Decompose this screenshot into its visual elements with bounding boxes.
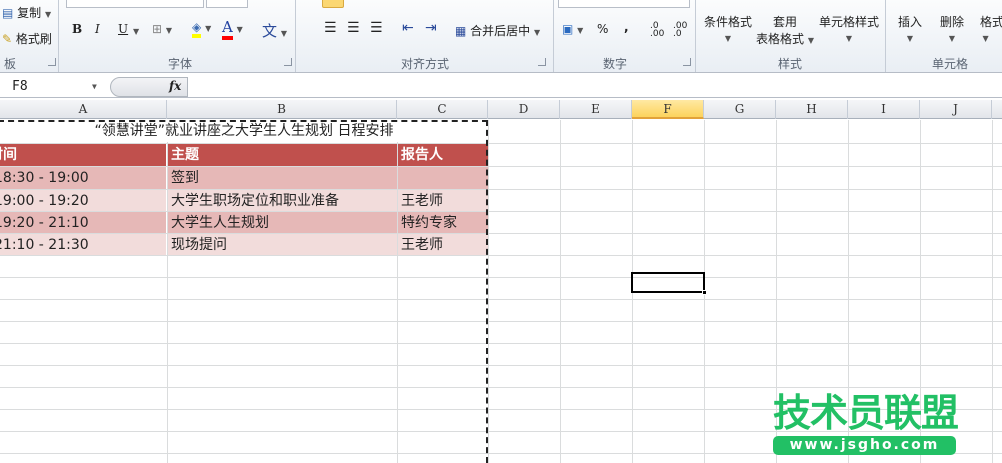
watermark-logo: 技术员联盟 www.jsgho.com	[773, 391, 959, 455]
accounting-format-button[interactable]: ▣ ▼	[562, 22, 583, 36]
group-label-cells: 单元格	[931, 57, 968, 71]
align-left-icon: ☰	[324, 20, 337, 36]
clipboard-launcher-icon[interactable]	[48, 58, 56, 66]
watermark-name: 技术员联盟	[773, 391, 959, 435]
font-color-icon: A	[222, 18, 233, 40]
number-launcher-icon[interactable]	[683, 58, 691, 66]
conditional-format-button[interactable]: 条件格式 ▼	[703, 13, 753, 44]
decrease-indent-icon: ⇤	[402, 20, 414, 36]
copy-icon: ▤	[2, 6, 14, 20]
alignment-launcher-icon[interactable]	[538, 58, 546, 66]
paint-bucket-icon: ◈	[192, 20, 202, 38]
column-header-c[interactable]: C	[397, 100, 488, 119]
formula-input[interactable]	[189, 77, 1002, 97]
italic-button[interactable]: I	[95, 22, 100, 36]
format-painter-button[interactable]: ✎ 格式刷	[2, 30, 52, 47]
phonetic-icon: 文	[262, 22, 278, 40]
column-header-i[interactable]: I	[848, 100, 920, 119]
column-header-b[interactable]: B	[167, 100, 397, 119]
underline-dropdown[interactable]: ▼	[133, 27, 139, 36]
column-header-e[interactable]: E	[560, 100, 632, 119]
group-label-clipboard: 板	[3, 57, 16, 71]
insert-button[interactable]: 插入 ▼	[895, 13, 925, 44]
column-header-a[interactable]: A	[0, 100, 167, 119]
column-header-g[interactable]: G	[704, 100, 776, 119]
column-header-h[interactable]: H	[776, 100, 848, 119]
fill-handle[interactable]	[702, 290, 707, 295]
phonetic-button[interactable]: 文 ▼	[262, 20, 287, 41]
decrease-indent-button[interactable]: ⇤	[402, 20, 414, 36]
align-center-button[interactable]: ☰	[347, 20, 360, 36]
group-label-number: 数字	[602, 57, 627, 71]
decrease-decimal-button[interactable]: .00 .0	[673, 22, 691, 39]
align-center-icon: ☰	[347, 20, 360, 36]
font-size-select[interactable]	[206, 0, 248, 8]
group-label-alignment: 对齐方式	[400, 57, 449, 71]
increase-indent-icon: ⇥	[425, 20, 437, 36]
font-color-button[interactable]: A ▼	[222, 18, 243, 40]
format-button[interactable]: 格式 ▼	[980, 13, 1002, 44]
active-cell-f8[interactable]	[631, 272, 705, 293]
border-icon: ⊞	[152, 22, 163, 36]
column-header-d[interactable]: D	[488, 100, 560, 119]
percent-button[interactable]: %	[597, 22, 608, 36]
align-right-button[interactable]: ☰	[370, 20, 383, 36]
increase-decimal-button[interactable]: .0 .00	[650, 22, 668, 39]
merge-center-button[interactable]: ▦ 合并后居中 ▼	[455, 22, 540, 39]
column-headers: A B C D E F G H I J	[0, 100, 1002, 119]
brush-icon: ✎	[2, 32, 13, 46]
delete-button[interactable]: 删除 ▼	[937, 13, 967, 44]
align-top-button[interactable]	[322, 0, 344, 8]
underline-button[interactable]: U	[118, 22, 128, 36]
watermark-url: www.jsgho.com	[773, 436, 956, 455]
merge-icon: ▦	[455, 24, 467, 38]
name-box[interactable]: F8 ▼	[0, 77, 110, 97]
align-left-button[interactable]: ☰	[324, 20, 337, 36]
align-right-icon: ☰	[370, 20, 383, 36]
column-header-f[interactable]: F	[632, 100, 704, 119]
font-launcher-icon[interactable]	[284, 58, 292, 66]
group-label-font: 字体	[167, 57, 192, 71]
ribbon: ▤ 复制 ▼ ✎ 格式刷 板 B I U ▼ ⊞ ▼ ◈ ▼ A ▼ 文 ▼ 字…	[0, 0, 1002, 73]
increase-indent-button[interactable]: ⇥	[425, 20, 437, 36]
number-format-select[interactable]	[558, 0, 690, 8]
fill-color-button[interactable]: ◈ ▼	[192, 20, 211, 38]
border-button[interactable]: ⊞ ▼	[152, 22, 172, 36]
copy-marquee	[0, 120, 488, 463]
cell-styles-button[interactable]: 单元格样式 ▼	[818, 13, 880, 44]
formula-tools: fx	[110, 77, 188, 97]
column-header-j[interactable]: J	[920, 100, 992, 119]
group-label-styles: 样式	[777, 57, 802, 71]
bold-button[interactable]: B	[72, 22, 82, 36]
format-as-table-button[interactable]: 套用 表格格式 ▼	[755, 13, 815, 47]
currency-icon: ▣	[562, 22, 574, 36]
insert-function-button[interactable]: fx	[169, 79, 181, 93]
copy-button[interactable]: ▤ 复制 ▼	[2, 4, 51, 21]
font-name-select[interactable]	[66, 0, 204, 8]
comma-button[interactable]: ,	[624, 20, 629, 34]
